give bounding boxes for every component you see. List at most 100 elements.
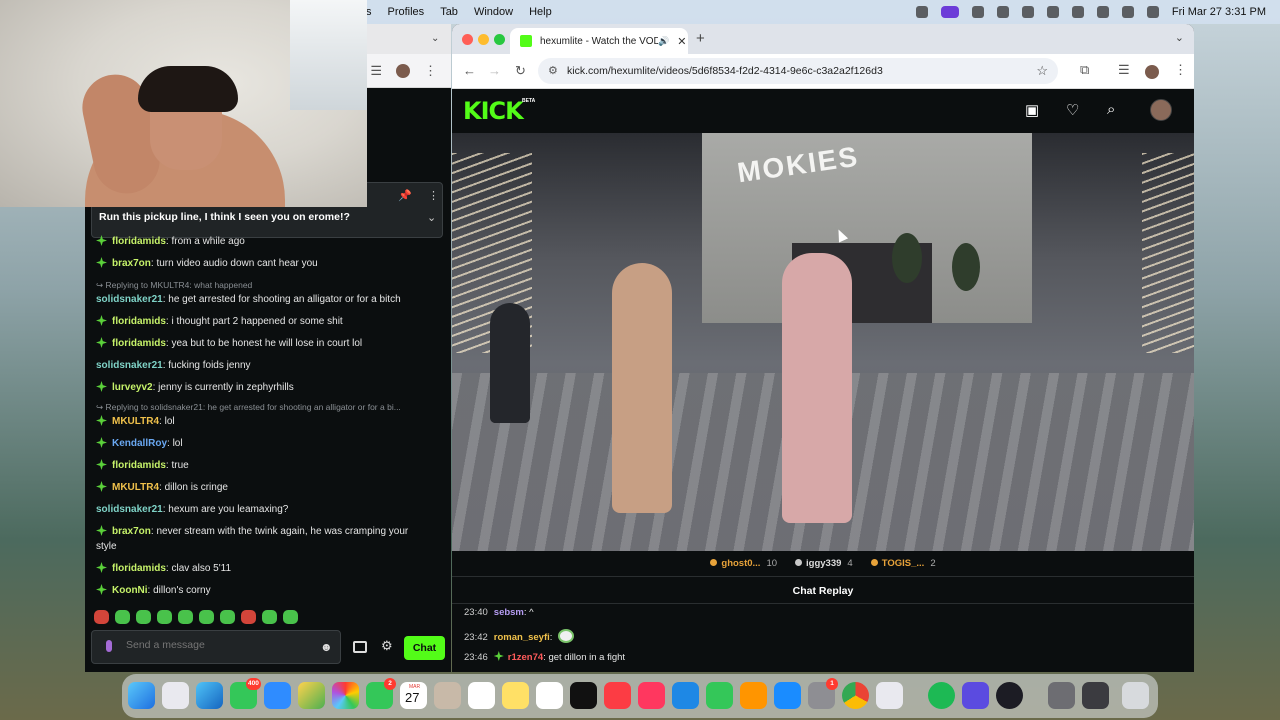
finder-icon[interactable] — [128, 682, 155, 709]
more-menu-icon[interactable]: ⋮ — [424, 63, 437, 79]
profile-avatar[interactable] — [396, 63, 410, 78]
chat-username[interactable]: floridamids — [112, 563, 166, 574]
close-tab-icon[interactable]: ✕ — [677, 35, 686, 48]
browse-icon[interactable]: ▣ — [1025, 101, 1039, 119]
replay-username[interactable]: roman_seyfi — [494, 632, 550, 643]
music-icon[interactable] — [604, 682, 631, 709]
user-icon[interactable] — [1121, 6, 1134, 18]
emote[interactable] — [220, 610, 235, 624]
search-icon[interactable]: ⌕ — [1107, 101, 1115, 118]
battery-icon[interactable] — [1021, 6, 1034, 18]
store-icon[interactable] — [353, 641, 367, 653]
new-tab-button[interactable]: + — [696, 30, 705, 47]
chat-username[interactable]: KendallRoy — [112, 438, 167, 449]
keynote-icon[interactable] — [672, 682, 699, 709]
chat-username[interactable]: MKULTR4 — [112, 416, 159, 427]
menubar-clock[interactable]: Fri Mar 27 3:31 PM — [1172, 6, 1266, 18]
heart-icon[interactable]: ♡ — [1066, 101, 1079, 119]
bookmark-star-icon[interactable]: ☆ — [1036, 63, 1048, 79]
chat-message-input[interactable] — [126, 639, 306, 651]
chat-username[interactable]: floridamids — [112, 338, 166, 349]
chat-username[interactable]: KoonNi — [112, 585, 148, 596]
recent-file-icon[interactable] — [1048, 682, 1075, 709]
signal-icon[interactable] — [962, 682, 989, 709]
menu-item-profiles[interactable]: Profiles — [388, 6, 425, 18]
chat-username[interactable]: brax7on — [112, 258, 151, 269]
tab-list-chevron-icon[interactable]: ⌄ — [431, 33, 439, 44]
safari-icon[interactable] — [196, 682, 223, 709]
freeform-icon[interactable] — [536, 682, 563, 709]
pages-icon[interactable] — [740, 682, 767, 709]
chat-username[interactable]: solidsnaker21 — [96, 360, 163, 371]
extensions-icon[interactable]: ⧉ — [1080, 62, 1089, 78]
numbers-icon[interactable] — [706, 682, 733, 709]
mic-icon[interactable] — [106, 640, 112, 652]
gear-icon[interactable]: ⚙ — [381, 638, 393, 654]
bluetooth-icon[interactable] — [1071, 6, 1084, 18]
chat-username[interactable]: solidsnaker21 — [96, 294, 163, 305]
mail-icon[interactable] — [264, 682, 291, 709]
leaderboard-entry[interactable]: ghost0... 10 — [710, 558, 777, 569]
maps-icon[interactable] — [298, 682, 325, 709]
emote[interactable] — [199, 610, 214, 624]
search-icon[interactable] — [1096, 6, 1109, 18]
more-menu-icon[interactable]: ⋮ — [1174, 62, 1187, 78]
zoom-window-button[interactable] — [494, 34, 505, 45]
site-info-icon[interactable]: ⚙ — [548, 64, 558, 77]
chrome-icon[interactable] — [842, 682, 869, 709]
emote[interactable] — [241, 610, 256, 624]
chevron-down-icon[interactable]: ⌄ — [427, 211, 436, 224]
video-player[interactable]: MOKIES — [452, 133, 1194, 551]
leaderboard-entry[interactable]: TOGIS_... 2 — [870, 558, 936, 569]
chat-username[interactable]: lurveyv2 — [112, 382, 153, 393]
emote[interactable] — [136, 610, 151, 624]
send-chat-button[interactable]: Chat — [404, 636, 445, 660]
pin-icon[interactable]: 📌 — [398, 189, 412, 202]
chat-username[interactable]: MKULTR4 — [112, 482, 159, 493]
moon-icon[interactable] — [996, 6, 1009, 18]
news-icon[interactable] — [638, 682, 665, 709]
profile-avatar[interactable] — [1145, 65, 1159, 79]
reload-icon[interactable]: ↻ — [515, 63, 526, 79]
emote[interactable] — [262, 610, 277, 624]
emote[interactable] — [115, 610, 130, 624]
url-text[interactable]: kick.com/hexumlite/videos/5d6f8534-f2d2-… — [567, 65, 883, 77]
stage-manager-icon[interactable] — [940, 6, 959, 18]
wifi-icon[interactable] — [1046, 6, 1059, 18]
iphone-mirroring-icon[interactable] — [876, 682, 903, 709]
reply-context[interactable]: ↪ Replying to MKULTR4: what happened — [96, 280, 441, 291]
minimize-window-button[interactable] — [478, 34, 489, 45]
screen-share-icon[interactable] — [915, 6, 928, 18]
replay-username[interactable]: r1zen74 — [508, 652, 543, 663]
control-center-icon[interactable] — [1146, 6, 1159, 18]
reading-list-icon[interactable]: ☰ — [1118, 62, 1130, 78]
user-avatar[interactable] — [1150, 99, 1172, 121]
menu-item-tab[interactable]: Tab — [440, 6, 458, 18]
tab-search-chevron-icon[interactable]: ⌄ — [1175, 31, 1184, 44]
chat-username[interactable]: floridamids — [112, 316, 166, 327]
screenshot-preview-icon[interactable] — [1082, 682, 1109, 709]
close-window-button[interactable] — [462, 34, 473, 45]
spotify-icon[interactable] — [928, 682, 955, 709]
chat-username[interactable]: brax7on — [112, 526, 151, 537]
emote[interactable] — [94, 610, 109, 624]
menu-item-window[interactable]: Window — [474, 6, 513, 18]
play-icon[interactable] — [971, 6, 984, 18]
chat-username[interactable]: floridamids — [112, 236, 166, 247]
trash-icon[interactable] — [1122, 682, 1149, 709]
browser-tab-active[interactable]: hexumlite - Watch the VOD 🔊 ✕ — [510, 28, 688, 54]
leaderboard-entry[interactable]: iggy339 4 — [795, 558, 853, 569]
kick-logo[interactable]: KICK — [463, 97, 524, 125]
address-bar[interactable]: ⚙ kick.com/hexumlite/videos/5d6f8534-f2d… — [538, 58, 1058, 84]
pinned-more-icon[interactable]: ⋮ — [428, 189, 439, 202]
emote[interactable] — [157, 610, 172, 624]
emote[interactable] — [283, 610, 298, 624]
audio-playing-icon[interactable]: 🔊 — [658, 36, 669, 47]
launchpad-icon[interactable] — [162, 682, 189, 709]
chat-username[interactable]: floridamids — [112, 460, 166, 471]
obs-icon[interactable] — [996, 682, 1023, 709]
reading-list-icon[interactable]: ☰ — [370, 63, 382, 79]
emoji-picker-icon[interactable]: ☻ — [320, 640, 333, 654]
contacts-icon[interactable] — [434, 682, 461, 709]
reply-context[interactable]: ↪ Replying to solidsnaker21: he get arre… — [96, 402, 441, 413]
